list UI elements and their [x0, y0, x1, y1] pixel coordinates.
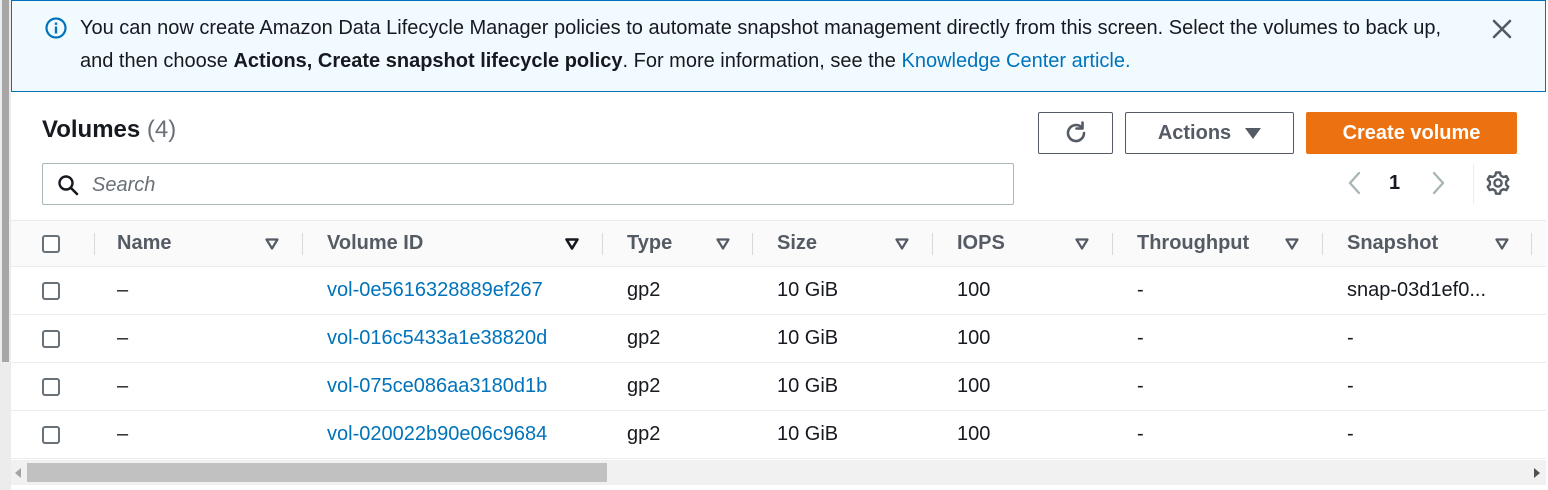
refresh-icon	[1063, 120, 1089, 146]
volume-id-link[interactable]: vol-075ce086aa3180d1b	[327, 375, 547, 397]
cell-throughput: -	[1137, 411, 1144, 458]
horizontal-scrollbar-thumb[interactable]	[27, 463, 607, 482]
sort-icon[interactable]	[1285, 238, 1299, 250]
volume-id-link[interactable]: vol-0e5616328889ef267	[327, 279, 543, 301]
column-divider	[302, 233, 303, 255]
cell-throughput: -	[1137, 315, 1144, 362]
cell-type: gp2	[627, 315, 660, 362]
cell-iops: 100	[957, 411, 990, 458]
cell-volume-id: vol-020022b90e06c9684	[327, 411, 547, 458]
row-checkbox[interactable]	[42, 426, 60, 444]
cell-throughput: -	[1137, 363, 1144, 410]
horizontal-scrollbar[interactable]	[11, 460, 1546, 485]
create-volume-button[interactable]: Create volume	[1306, 112, 1517, 154]
column-divider	[752, 233, 753, 255]
volume-count: (4)	[147, 116, 176, 143]
row-checkbox[interactable]	[42, 330, 60, 348]
sort-icon[interactable]	[265, 238, 279, 250]
table-header: Name Volume ID Type Size IOPS Throughput…	[11, 220, 1546, 267]
row-checkbox[interactable]	[42, 378, 60, 396]
cell-volume-id: vol-0e5616328889ef267	[327, 267, 543, 314]
cell-volume-id: vol-016c5433a1e38820d	[327, 315, 547, 362]
volume-id-link[interactable]: vol-020022b90e06c9684	[327, 423, 547, 445]
column-header-iops[interactable]: IOPS	[957, 221, 1005, 266]
caret-down-icon	[1245, 128, 1261, 139]
column-divider	[1112, 233, 1113, 255]
table-row[interactable]: – vol-0e5616328889ef267 gp2 10 GiB 100 -…	[11, 267, 1546, 315]
close-icon[interactable]	[1490, 17, 1514, 41]
cell-snapshot: -	[1347, 363, 1354, 410]
info-banner: You can now create Amazon Data Lifecycle…	[11, 0, 1546, 92]
cell-size: 10 GiB	[777, 315, 838, 362]
cell-name: –	[117, 315, 128, 362]
scroll-right-arrow-icon[interactable]	[1534, 468, 1540, 478]
actions-label: Actions	[1158, 122, 1231, 145]
cell-size: 10 GiB	[777, 267, 838, 314]
table-row[interactable]: – vol-075ce086aa3180d1b gp2 10 GiB 100 -…	[11, 363, 1546, 411]
chevron-left-icon[interactable]	[1344, 168, 1366, 198]
column-header-size[interactable]: Size	[777, 221, 817, 266]
cell-name: –	[117, 411, 128, 458]
vertical-scrollbar-thumb[interactable]	[2, 0, 9, 362]
cell-volume-id: vol-075ce086aa3180d1b	[327, 363, 547, 410]
knowledge-center-link[interactable]: Knowledge Center article.	[902, 50, 1131, 72]
cell-iops: 100	[957, 363, 990, 410]
search-input[interactable]	[90, 170, 994, 200]
page-title: Volumes (4)	[42, 116, 176, 144]
actions-dropdown-button[interactable]: Actions	[1125, 112, 1294, 154]
title-text: Volumes	[42, 116, 140, 143]
column-header-snapshot[interactable]: Snapshot	[1347, 221, 1438, 266]
cell-type: gp2	[627, 267, 660, 314]
cell-snapshot: -	[1347, 411, 1354, 458]
chevron-right-icon[interactable]	[1427, 168, 1449, 198]
cell-snapshot: -	[1347, 315, 1354, 362]
banner-bold-text: Actions, Create snapshot lifecycle polic…	[233, 50, 622, 72]
column-header-throughput[interactable]: Throughput	[1137, 221, 1249, 266]
vertical-scrollbar[interactable]	[0, 0, 11, 490]
table-row[interactable]: – vol-016c5433a1e38820d gp2 10 GiB 100 -…	[11, 315, 1546, 363]
select-all-checkbox[interactable]	[42, 235, 60, 253]
table-row[interactable]: – vol-020022b90e06c9684 gp2 10 GiB 100 -…	[11, 411, 1546, 459]
cell-name: –	[117, 267, 128, 314]
cell-throughput: -	[1137, 267, 1144, 314]
sort-icon[interactable]	[1075, 238, 1089, 250]
column-header-name[interactable]: Name	[117, 221, 171, 266]
sort-icon[interactable]	[895, 238, 909, 250]
volume-id-link[interactable]: vol-016c5433a1e38820d	[327, 327, 547, 349]
current-page-number[interactable]: 1	[1389, 168, 1400, 198]
search-icon	[57, 174, 79, 196]
column-divider	[94, 233, 95, 255]
banner-message: You can now create Amazon Data Lifecycle…	[80, 12, 1470, 78]
sort-icon[interactable]	[565, 238, 579, 250]
column-header-volume-id[interactable]: Volume ID	[327, 221, 423, 266]
cell-type: gp2	[627, 411, 660, 458]
cell-iops: 100	[957, 315, 990, 362]
pagination-divider	[1473, 164, 1474, 204]
gear-icon[interactable]	[1485, 170, 1511, 196]
refresh-button[interactable]	[1038, 112, 1113, 154]
column-divider	[1531, 233, 1532, 255]
banner-text-after: . For more information, see the	[622, 50, 901, 72]
cell-name: –	[117, 363, 128, 410]
column-divider	[932, 233, 933, 255]
cell-size: 10 GiB	[777, 411, 838, 458]
column-divider	[1322, 233, 1323, 255]
row-checkbox[interactable]	[42, 282, 60, 300]
column-header-type[interactable]: Type	[627, 221, 672, 266]
sort-icon[interactable]	[1495, 238, 1509, 250]
cell-snapshot: snap-03d1ef0...	[1347, 267, 1486, 314]
search-field[interactable]	[42, 163, 1014, 205]
scroll-left-arrow-icon[interactable]	[15, 468, 21, 478]
cell-iops: 100	[957, 267, 990, 314]
volumes-panel: Volumes (4) Actions Create volume 1	[11, 92, 1546, 490]
cell-size: 10 GiB	[777, 363, 838, 410]
cell-type: gp2	[627, 363, 660, 410]
sort-icon[interactable]	[716, 238, 730, 250]
info-icon	[45, 17, 67, 39]
column-divider	[602, 233, 603, 255]
